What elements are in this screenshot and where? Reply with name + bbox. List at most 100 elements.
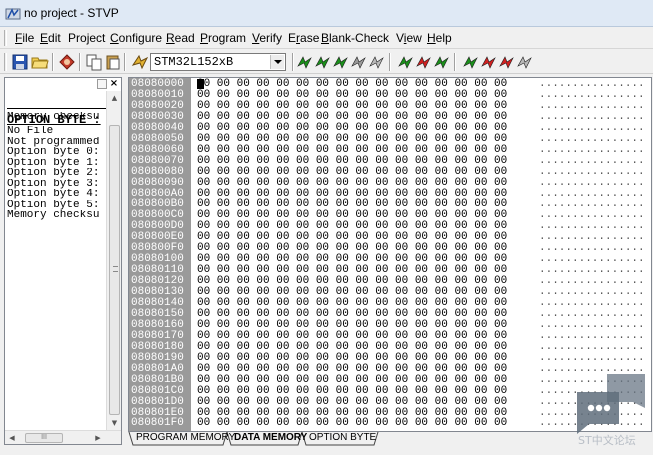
- read-option-icon[interactable]: [462, 53, 480, 71]
- project-icon[interactable]: [58, 53, 76, 71]
- memory-address: 080801F0: [131, 417, 184, 430]
- program-option-icon[interactable]: [480, 53, 498, 71]
- open-folder-icon[interactable]: [31, 53, 49, 71]
- memory-address: 08080060: [131, 143, 184, 156]
- menu-view[interactable]: View: [392, 30, 426, 46]
- scroll-up-icon[interactable]: ▲: [107, 91, 121, 105]
- memory-ascii-row: ................: [539, 209, 645, 222]
- memory-hex-row[interactable]: 00 00 00 00 00 00 00 00 00 00 00 00 00 0…: [197, 221, 507, 232]
- menu-read[interactable]: Read: [162, 30, 199, 46]
- memory-ascii-row: ................: [539, 286, 645, 299]
- read-current-tab-icon[interactable]: [296, 53, 314, 71]
- close-icon[interactable]: ×: [109, 78, 119, 89]
- tab-data-memory[interactable]: DATA MEMORY: [231, 432, 310, 445]
- menu-project[interactable]: Project: [64, 30, 109, 46]
- memory-hex-row[interactable]: 00 00 00 00 00 00 00 00 00 00 00 00 00 0…: [197, 210, 507, 221]
- memory-hex-row[interactable]: 00 00 00 00 00 00 00 00 00 00 00 00 00 0…: [197, 407, 507, 418]
- memory-hex-row[interactable]: 00 00 00 00 00 00 00 00 00 00 00 00 00 0…: [197, 133, 507, 144]
- memory-hex-row[interactable]: 00 00 00 00 00 00 00 00 00 00 00 00 00 0…: [197, 265, 507, 276]
- scroll-down-icon[interactable]: ▼: [107, 416, 121, 430]
- memory-address: 080800D0: [131, 220, 184, 233]
- menu-file[interactable]: File: [11, 30, 38, 46]
- memory-hex-row[interactable]: 00 00 00 00 00 00 00 00 00 00 00 00 00 0…: [197, 100, 507, 111]
- menu-blank-check[interactable]: Blank-Check: [317, 30, 393, 46]
- memory-hex-row[interactable]: 00 00 00 00 00 00 00 00 00 00 00 00 00 0…: [197, 374, 507, 385]
- horizontal-scrollbar[interactable]: ◀ III ▶: [5, 430, 121, 444]
- memory-ascii-row: ................: [539, 329, 645, 342]
- memory-hex-row[interactable]: 00 00 00 00 00 00 00 00 00 00 00 00 00 0…: [197, 144, 507, 155]
- memory-address: 08080010: [131, 88, 184, 101]
- tab-option-byte[interactable]: OPTION BYTE: [306, 432, 379, 445]
- blank-check-icon[interactable]: [433, 53, 451, 71]
- memory-hex-row[interactable]: 00 00 00 00 00 00 00 00 00 00 00 00 00 0…: [197, 155, 507, 166]
- memory-hex-row[interactable]: 00 00 00 00 00 00 00 00 00 00 00 00 00 0…: [197, 308, 507, 319]
- memory-ascii-row: ................: [539, 264, 645, 277]
- memory-ascii-row: ................: [539, 154, 645, 167]
- program-current-tab-icon[interactable]: [332, 53, 350, 71]
- menu-verify[interactable]: Verify: [248, 30, 286, 46]
- scroll-left-icon[interactable]: ◀: [5, 431, 19, 444]
- scroll-right-icon[interactable]: ▶: [91, 431, 105, 444]
- menu-help[interactable]: Help: [423, 30, 456, 46]
- memory-address: 08080070: [131, 154, 184, 167]
- memory-hex-row[interactable]: 00 00 00 00 00 00 00 00 00 00 00 00 00 0…: [197, 122, 507, 133]
- memory-address: 08080090: [131, 176, 184, 189]
- paste-icon[interactable]: [104, 53, 122, 71]
- memory-hex-row[interactable]: 00 00 00 00 00 00 00 00 00 00 00 00 00 0…: [197, 199, 507, 210]
- memory-hex-row[interactable]: 00 00 00 00 00 00 00 00 00 00 00 00 00 0…: [197, 254, 507, 265]
- memory-hex-row[interactable]: 00 00 00 00 00 00 00 00 00 00 00 00 00 0…: [197, 319, 507, 330]
- device-icon[interactable]: [131, 53, 149, 71]
- menu-grip[interactable]: [4, 30, 7, 46]
- memory-hex-row[interactable]: 00 00 00 00 00 00 00 00 00 00 00 00 00 0…: [197, 188, 507, 199]
- memory-hex-row[interactable]: 00 00 00 00 00 00 00 00 00 00 00 00 00 0…: [197, 89, 507, 100]
- memory-hex-row[interactable]: 00 00 00 00 00 00 00 00 00 00 00 00 00 0…: [197, 243, 507, 254]
- memory-hex-row[interactable]: 00 00 00 00 00 00 00 00 00 00 00 00 00 0…: [197, 396, 507, 407]
- save-icon[interactable]: [11, 53, 29, 71]
- menu-configure[interactable]: Configure: [106, 30, 166, 46]
- memory-ascii-row: ................: [539, 307, 645, 320]
- memory-address: 080800B0: [131, 198, 184, 211]
- panel-minimize-icon[interactable]: [97, 79, 107, 89]
- verify-all-icon[interactable]: [415, 53, 433, 71]
- toolbar-grip[interactable]: [4, 53, 7, 71]
- memory-address: 08080030: [131, 110, 184, 123]
- copy-icon[interactable]: [85, 53, 103, 71]
- memory-hex-row[interactable]: 00 00 00 00 00 00 00 00 00 00 00 00 00 0…: [197, 352, 507, 363]
- menu-program[interactable]: Program: [196, 30, 250, 46]
- memory-address: 08080170: [131, 329, 184, 342]
- device-select[interactable]: STM32L152xB: [150, 53, 286, 71]
- memory-hex-row[interactable]: 00 00 00 00 00 00 00 00 00 00 00 00 00 0…: [197, 363, 507, 374]
- menu-edit[interactable]: Edit: [36, 30, 65, 46]
- memory-address: 08080120: [131, 275, 184, 288]
- toolbar-separator: [79, 53, 81, 71]
- memory-hex-row[interactable]: 00 00 00 00 00 00 00 00 00 00 00 00 00 0…: [197, 111, 507, 122]
- memory-hex-row[interactable]: 00 00 00 00 00 00 00 00 00 00 00 00 00 0…: [197, 418, 507, 429]
- tab-program-memory[interactable]: PROGRAM MEMORY: [133, 432, 238, 445]
- read-all-tabs-icon[interactable]: [314, 53, 332, 71]
- program-all-tabs-icon[interactable]: [397, 53, 415, 71]
- memory-hex-row[interactable]: 00 00 00 00 00 00 00 00 00 00 00 00 00 0…: [197, 287, 507, 298]
- memory-hex-row[interactable]: 00 00 00 00 00 00 00 00 00 00 00 00 00 0…: [197, 177, 507, 188]
- scrollbar-thumb[interactable]: III: [25, 433, 63, 443]
- vertical-scrollbar[interactable]: ▲ ▼: [106, 91, 121, 431]
- memory-ascii-row: ................: [539, 297, 645, 309]
- erase-option-icon[interactable]: [516, 53, 534, 71]
- option-byte-header: OPTION BYTE :: [7, 113, 101, 127]
- memory-hex-row[interactable]: 00 00 00 00 00 00 00 00 00 00 00 00 00 0…: [197, 79, 507, 90]
- memory-hex-row[interactable]: 00 00 00 00 00 00 00 00 00 00 00 00 00 0…: [197, 330, 507, 341]
- memory-address: 080800F0: [131, 242, 184, 255]
- chevron-down-icon[interactable]: [270, 55, 284, 69]
- memory-ascii-row: ................: [539, 242, 645, 255]
- memory-hex-row[interactable]: 00 00 00 00 00 00 00 00 00 00 00 00 00 0…: [197, 166, 507, 177]
- verify-icon[interactable]: [350, 53, 368, 71]
- memory-hex-row[interactable]: 00 00 00 00 00 00 00 00 00 00 00 00 00 0…: [197, 298, 507, 309]
- memory-hex-row[interactable]: 00 00 00 00 00 00 00 00 00 00 00 00 00 0…: [197, 385, 507, 396]
- verify-option-icon[interactable]: [498, 53, 516, 71]
- memory-hex-row[interactable]: 00 00 00 00 00 00 00 00 00 00 00 00 00 0…: [197, 232, 507, 243]
- memory-hex-row[interactable]: 00 00 00 00 00 00 00 00 00 00 00 00 00 0…: [197, 341, 507, 352]
- scrollbar-thumb[interactable]: [109, 125, 120, 415]
- erase-icon[interactable]: [368, 53, 386, 71]
- memory-ascii-row: ................: [539, 220, 645, 233]
- memory-hex-row[interactable]: 00 00 00 00 00 00 00 00 00 00 00 00 00 0…: [197, 276, 507, 287]
- info-panel: × Memory checksu OPTION BYTE : No File No…: [4, 77, 122, 445]
